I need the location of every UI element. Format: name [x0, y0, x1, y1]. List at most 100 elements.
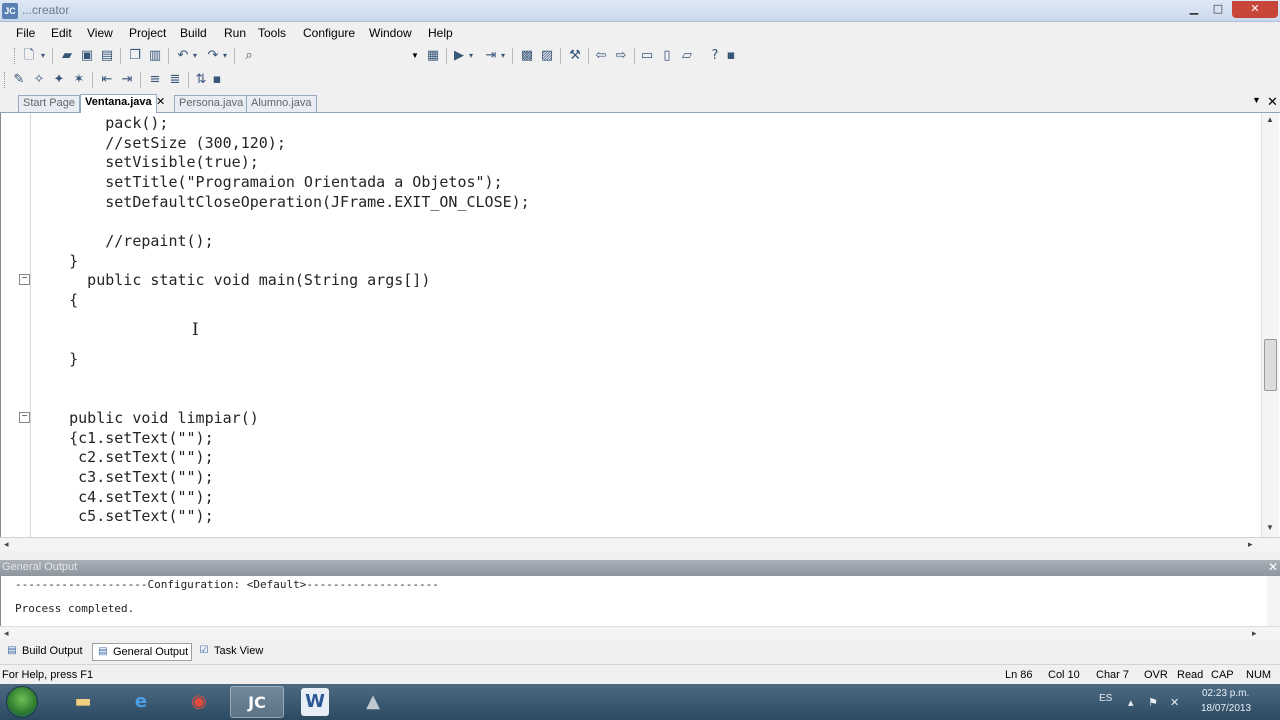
edit-toolbar: ✎ ✧ ✦ ✶ ⇤ ⇥ ≡ ≣ ⇅ ▪: [0, 68, 1280, 92]
scroll-right-icon[interactable]: ▸: [1252, 628, 1257, 639]
uncomment-icon[interactable]: ≣: [166, 71, 184, 89]
build-all-icon[interactable]: ▨: [538, 47, 556, 65]
clock-date[interactable]: 18/07/2013: [1201, 703, 1251, 714]
project-icon[interactable]: ▦: [424, 47, 442, 65]
menu-help[interactable]: Help: [428, 26, 453, 40]
code-line: public static void main(String args[]): [33, 271, 431, 289]
code-area[interactable]: pack(); //setSize (300,120); setVisible(…: [1, 113, 1259, 537]
find-combo[interactable]: ▼: [262, 47, 422, 65]
undo-dropdown-icon[interactable]: ▾: [190, 47, 200, 65]
editor-horizontal-scrollbar[interactable]: ◂ ▸: [0, 537, 1280, 551]
run-project-dropdown-icon[interactable]: ▾: [498, 47, 508, 65]
output-vertical-scrollbar[interactable]: [1267, 576, 1280, 626]
indent-icon[interactable]: ⇤: [98, 71, 116, 89]
tab-ventana-java[interactable]: Ventana.java: [80, 94, 157, 113]
close-tab-icon[interactable]: ✕: [156, 95, 165, 108]
new-file-icon[interactable]: 🗋: [20, 47, 38, 65]
tools-icon[interactable]: ⚒: [566, 47, 584, 65]
sort-icon[interactable]: ⇅: [192, 71, 210, 89]
flag-icon[interactable]: ⚑: [1148, 696, 1158, 709]
text-cursor-icon: I: [192, 320, 199, 340]
scroll-thumb[interactable]: [1264, 339, 1277, 391]
build-icon[interactable]: ▩: [518, 47, 536, 65]
copy-icon[interactable]: ❐: [126, 47, 144, 65]
network-icon[interactable]: ✕: [1170, 696, 1179, 709]
jcreator-app-icon[interactable]: JC: [2, 3, 18, 19]
unindent-icon[interactable]: ⇥: [118, 71, 136, 89]
next-bookmark-icon[interactable]: ✧: [30, 71, 48, 89]
open-folder-icon[interactable]: ▰: [58, 47, 76, 65]
show-hidden-icons-icon[interactable]: ▴: [1128, 696, 1134, 709]
save-icon[interactable]: ▣: [78, 47, 96, 65]
jcreator-taskbar-icon[interactable]: JC: [230, 686, 284, 718]
save-all-icon[interactable]: ▤: [98, 47, 116, 65]
clock-time[interactable]: 02:23 p.m.: [1202, 688, 1249, 699]
window-tile-icon[interactable]: ▯: [658, 47, 676, 65]
chrome-taskbar-icon[interactable]: ◉: [172, 686, 226, 718]
scroll-left-icon[interactable]: ◂: [4, 628, 9, 639]
back-arrow-icon[interactable]: ⇦: [592, 47, 610, 65]
explorer-taskbar-icon[interactable]: ▬: [56, 686, 110, 718]
start-button-icon[interactable]: [6, 686, 38, 718]
toolbar-separator: [120, 48, 121, 64]
tab-build-output[interactable]: ▤ Build Output: [2, 643, 86, 661]
toggle-bookmark-icon[interactable]: ✎: [10, 71, 28, 89]
output-console[interactable]: --------------------Configuration: <Defa…: [0, 576, 1280, 626]
menu-window[interactable]: Window: [369, 26, 412, 40]
toolbar-separator: [52, 48, 53, 64]
scroll-right-icon[interactable]: ▸: [1248, 539, 1253, 550]
window-cascade-icon[interactable]: ▭: [638, 47, 656, 65]
tab-task-view[interactable]: ☑ Task View: [194, 643, 266, 661]
menu-edit[interactable]: Edit: [51, 26, 72, 40]
prev-bookmark-icon[interactable]: ✦: [50, 71, 68, 89]
status-char: Char 7: [1096, 669, 1130, 681]
scroll-up-icon[interactable]: ▲: [1266, 115, 1274, 124]
tab-label: Task View: [214, 645, 264, 657]
tab-list-dropdown-icon[interactable]: ▼: [1252, 95, 1261, 105]
window-split-icon[interactable]: ▱: [678, 47, 696, 65]
code-editor[interactable]: − − pack(); //setSize (300,120); setVisi…: [0, 113, 1280, 537]
run-dropdown-icon[interactable]: ▾: [466, 47, 476, 65]
close-button[interactable]: ✕: [1232, 1, 1278, 18]
forward-arrow-icon[interactable]: ⇨: [612, 47, 630, 65]
close-document-icon[interactable]: ✕: [1267, 94, 1278, 110]
menu-tools[interactable]: Tools: [258, 26, 286, 40]
menu-configure[interactable]: Configure: [303, 26, 355, 40]
tab-persona-java[interactable]: Persona.java: [174, 95, 249, 112]
scroll-left-icon[interactable]: ◂: [4, 539, 9, 550]
tab-general-output[interactable]: ▤ General Output: [92, 643, 193, 661]
chevron-down-icon[interactable]: ▼: [409, 48, 421, 64]
menu-build[interactable]: Build: [180, 26, 207, 40]
maximize-button[interactable]: □: [1206, 1, 1230, 18]
toolbar-separator: [168, 48, 169, 64]
help-icon[interactable]: ?: [706, 47, 724, 65]
menu-view[interactable]: View: [87, 26, 113, 40]
editor-vertical-scrollbar[interactable]: ▲ ▼: [1261, 113, 1279, 537]
app-taskbar-icon[interactable]: ▲: [346, 686, 400, 718]
menu-run[interactable]: Run: [224, 26, 246, 40]
output-horizontal-scrollbar[interactable]: ◂ ▸: [0, 626, 1280, 639]
toolbar-grip[interactable]: [4, 72, 7, 88]
new-dropdown-icon[interactable]: ▾: [38, 47, 48, 65]
internet-explorer-taskbar-icon[interactable]: e: [114, 686, 168, 718]
paste-icon[interactable]: ▥: [146, 47, 164, 65]
redo-dropdown-icon[interactable]: ▾: [220, 47, 230, 65]
language-indicator[interactable]: ES: [1099, 693, 1112, 704]
code-line: setTitle("Programaion Orientada a Objeto…: [33, 173, 503, 191]
find-icon[interactable]: ⌕: [240, 47, 258, 65]
toolbar-grip[interactable]: [14, 48, 17, 64]
scroll-down-icon[interactable]: ▼: [1266, 523, 1274, 532]
toolbar-separator: [560, 48, 561, 64]
tab-start-page[interactable]: Start Page: [18, 95, 80, 112]
toolbar-overflow-icon[interactable]: ▪: [726, 47, 736, 65]
close-panel-icon[interactable]: ✕: [1268, 560, 1278, 574]
tab-alumno-java[interactable]: Alumno.java: [246, 95, 317, 112]
word-taskbar-icon[interactable]: W: [301, 688, 329, 716]
clear-bookmarks-icon[interactable]: ✶: [70, 71, 88, 89]
toolbar-overflow-icon[interactable]: ▪: [212, 71, 222, 89]
comment-icon[interactable]: ≡: [146, 71, 164, 89]
menu-file[interactable]: File: [16, 26, 35, 40]
output-panel-title-bar[interactable]: General Output ✕: [0, 560, 1280, 576]
minimize-button[interactable]: ▁: [1182, 1, 1206, 18]
menu-project[interactable]: Project: [129, 26, 166, 40]
